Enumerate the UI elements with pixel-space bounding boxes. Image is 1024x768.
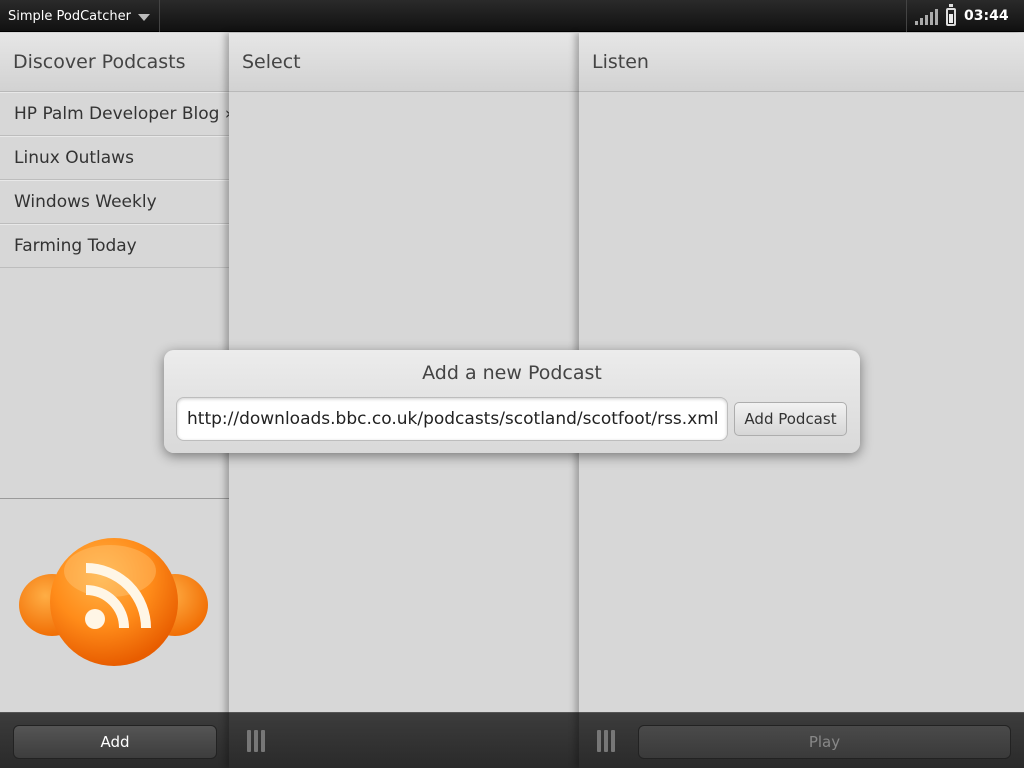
podcast-list: HP Palm Developer Blog » I Linux Outlaws…: [0, 92, 229, 268]
clock: 03:44: [964, 8, 1009, 24]
drag-handle-icon[interactable]: [597, 730, 617, 752]
drag-handle-icon[interactable]: [247, 730, 267, 752]
listen-pane-title: Listen: [579, 33, 1024, 92]
select-pane-title: Select: [229, 33, 579, 92]
discover-pane-title: Discover Podcasts: [0, 33, 229, 92]
podcast-url-input[interactable]: http://downloads.bbc.co.uk/podcasts/scot…: [176, 397, 728, 441]
rss-logo-icon: [19, 538, 208, 666]
battery-icon: [946, 4, 956, 26]
podcast-list-item[interactable]: Windows Weekly: [0, 180, 229, 224]
dialog-title: Add a new Podcast: [422, 362, 602, 384]
podcast-list-item[interactable]: Farming Today: [0, 224, 229, 268]
select-footer: [229, 712, 579, 768]
listen-footer: Play: [579, 712, 1024, 768]
discover-footer: Add: [0, 712, 229, 768]
app-menu[interactable]: Simple PodCatcher: [0, 0, 160, 32]
app-name: Simple PodCatcher: [8, 8, 131, 24]
signal-icon: [915, 7, 938, 25]
add-podcast-button[interactable]: Add Podcast: [734, 402, 847, 436]
podcast-list-item[interactable]: HP Palm Developer Blog » I: [0, 92, 229, 136]
podcast-list-item[interactable]: Linux Outlaws: [0, 136, 229, 180]
status-bar: Simple PodCatcher 03:44: [0, 0, 1024, 32]
add-podcast-dialog: Add a new Podcast http://downloads.bbc.c…: [164, 350, 860, 453]
add-button[interactable]: Add: [13, 725, 217, 759]
chevron-down-icon: [138, 14, 150, 21]
play-button[interactable]: Play: [638, 725, 1011, 759]
rss-logo-area: [0, 498, 229, 712]
system-tray[interactable]: 03:44: [906, 0, 1024, 32]
